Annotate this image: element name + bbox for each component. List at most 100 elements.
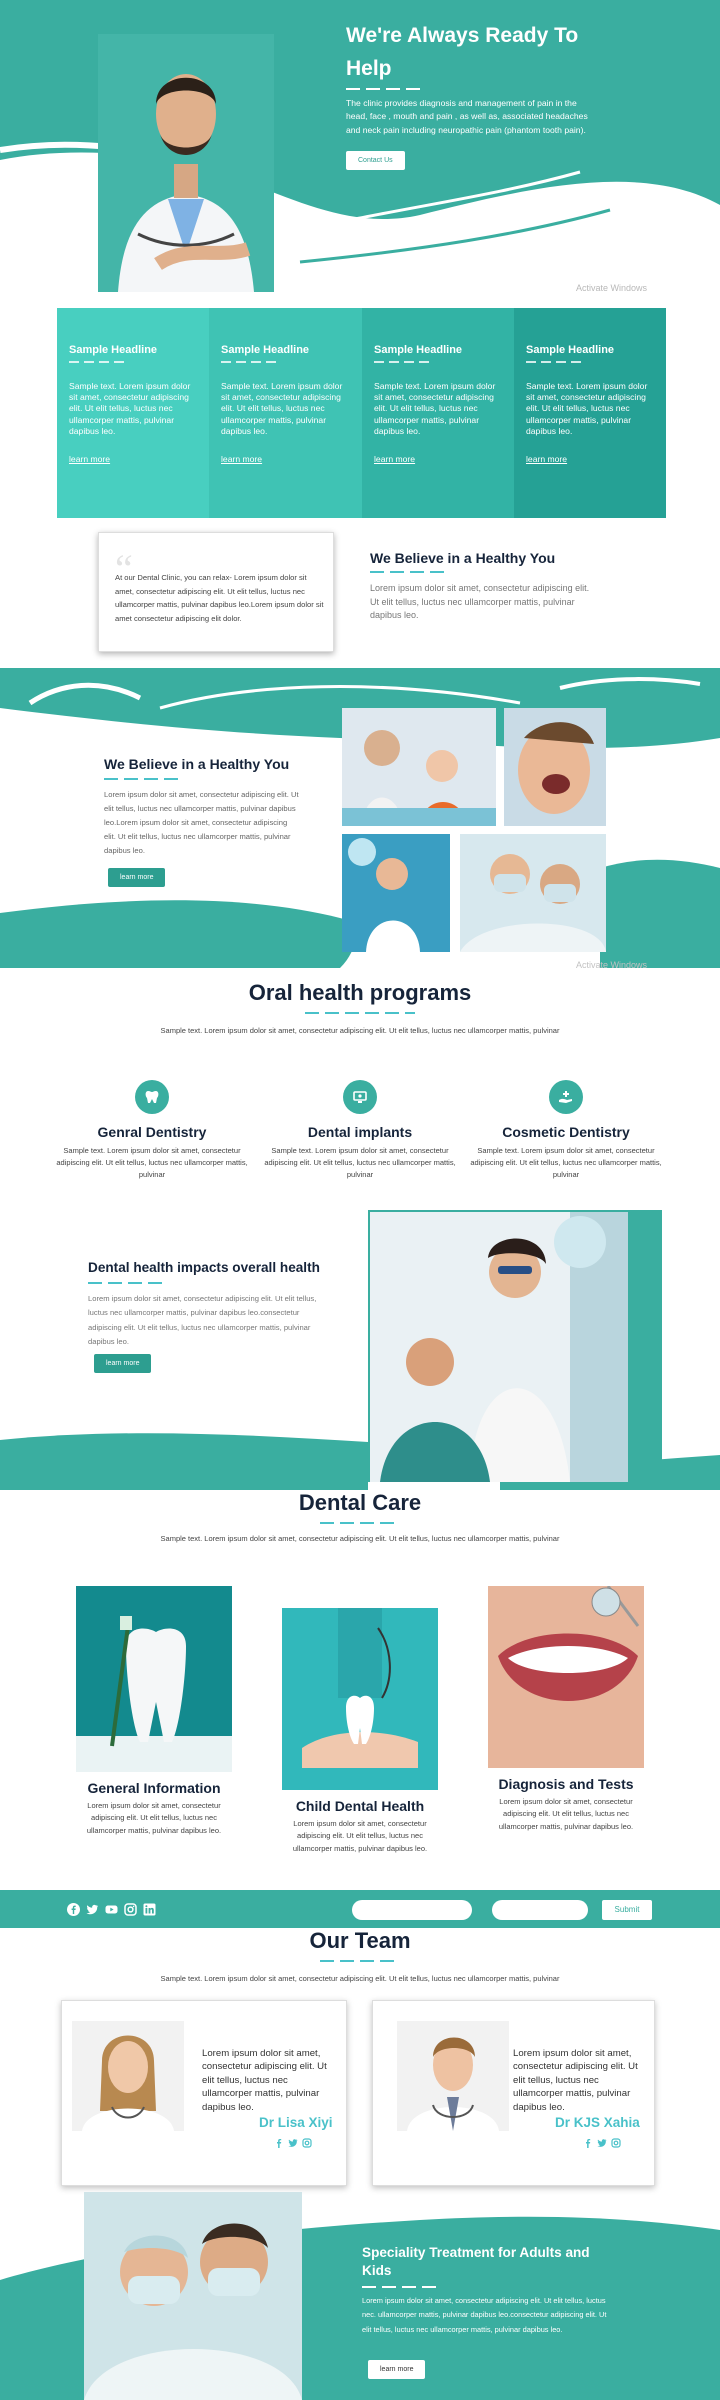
dental-care-title: Dental Care <box>298 1490 422 1515</box>
impacts-section: Dental health impacts overall health Lor… <box>0 1210 720 1490</box>
program-dental-implants: Dental implants Sample text. Lorem ipsum… <box>260 1080 460 1181</box>
care-text: Lorem ipsum dolor sit amet, consectetur … <box>292 1819 428 1853</box>
social-icons <box>66 1902 156 1916</box>
youtube-icon[interactable] <box>104 1902 118 1916</box>
instagram-icon[interactable] <box>611 2135 621 2148</box>
feature-learn-more-link[interactable]: learn more <box>221 454 262 464</box>
team-subtitle: Sample text. Lorem ipsum dolor sit amet,… <box>160 1974 560 1983</box>
tooth-brush-photo <box>76 1586 232 1772</box>
impacts-title: Dental health impacts overall health <box>88 1260 320 1275</box>
twitter-icon[interactable] <box>597 2135 607 2147</box>
believe-underline-1 <box>370 571 450 573</box>
submit-button[interactable]: Submit <box>602 1900 652 1920</box>
care-text: Lorem ipsum dolor sit amet, consectetur … <box>86 1801 222 1835</box>
instagram-icon[interactable] <box>302 2135 312 2148</box>
subscribe-bar: Submit <box>0 1890 720 1928</box>
speciality-text: Lorem ipsum dolor sit amet, consectetur … <box>362 2296 607 2334</box>
feature-text: Sample text. Lorem ipsum dolor sit amet,… <box>69 381 191 436</box>
impacts-text: Lorem ipsum dolor sit amet, consectetur … <box>88 1294 317 1347</box>
hand-plus-icon <box>549 1080 583 1114</box>
care-title: Diagnosis and Tests <box>498 1776 634 1792</box>
feature-underline <box>69 361 129 363</box>
instagram-icon[interactable] <box>123 1902 137 1916</box>
monitor-icon <box>343 1080 377 1114</box>
care-general-information: General Information Lorem ipsum dolor si… <box>76 1586 232 1837</box>
team-member-text: Lorem ipsum dolor sit amet, consectetur … <box>513 2048 638 2113</box>
feature-text: Sample text. Lorem ipsum dolor sit amet,… <box>374 381 496 436</box>
team-social-icons <box>274 2135 312 2148</box>
team-card-kjs: Lorem ipsum dolor sit amet, consectetur … <box>372 2000 655 2186</box>
dentist-light-photo <box>342 834 450 952</box>
care-diagnosis-tests: Diagnosis and Tests Lorem ipsum dolor si… <box>488 1586 644 1833</box>
smile-mirror-photo <box>488 1586 644 1768</box>
dentist-masks-photo <box>460 834 606 952</box>
program-general-dentistry: Genral Dentistry Sample text. Lorem ipsu… <box>52 1080 252 1181</box>
feature-underline <box>526 361 586 363</box>
care-child-dental-health: Child Dental Health Lorem ipsum dolor si… <box>282 1608 438 1855</box>
activate-windows-watermark: Activate Windows <box>576 283 648 293</box>
oral-programs-subtitle: Sample text. Lorem ipsum dolor sit amet,… <box>160 1026 560 1035</box>
believe-text-2: Lorem ipsum dolor sit amet, consectetur … <box>104 790 299 856</box>
team-social-icons <box>583 2135 621 2148</box>
dentist-child-photo <box>342 708 496 826</box>
team-title: Our Team <box>309 1928 411 1953</box>
impacts-learn-more-button[interactable]: learn more <box>94 1354 152 1373</box>
oral-programs-underline <box>305 1012 415 1014</box>
believe-text-1: Lorem ipsum dolor sit amet, consectetur … <box>370 583 590 620</box>
feature-learn-more-link[interactable]: learn more <box>374 454 415 464</box>
twitter-icon[interactable] <box>85 1902 99 1916</box>
hero-section: We're Always Ready To Help The clinic pr… <box>0 0 720 300</box>
feature-underline <box>374 361 434 363</box>
program-title: Dental implants <box>307 1124 413 1140</box>
feature-headline: Sample Headline <box>221 344 310 356</box>
feature-box-4: Sample Headline Sample text. Lorem ipsum… <box>514 308 666 518</box>
open-mouth-photo <box>504 708 606 826</box>
team-underline <box>320 1960 400 1962</box>
activate-windows-watermark-2: Activate Windows <box>576 960 648 970</box>
speciality-section: Speciality Treatment for Adults and Kids… <box>0 2190 720 2400</box>
speciality-learn-more-button[interactable]: learn more <box>368 2360 426 2379</box>
doctor-kjs-photo <box>397 2021 509 2131</box>
program-title: Genral Dentistry <box>97 1124 207 1140</box>
dentist-patient-photo <box>370 1212 628 1482</box>
team-card-lisa: Lorem ipsum dolor sit amet, consectetur … <box>61 2000 347 2186</box>
speciality-title: Speciality Treatment for Adults and Kids <box>362 2245 590 2279</box>
feature-text: Sample text. Lorem ipsum dolor sit amet,… <box>221 381 343 436</box>
facebook-icon[interactable] <box>66 1902 80 1916</box>
linkedin-icon[interactable] <box>142 1902 156 1916</box>
team-member-name: Dr KJS Xahia <box>555 2115 640 2130</box>
program-text: Sample text. Lorem ipsum dolor sit amet,… <box>56 1146 248 1179</box>
care-title: General Information <box>87 1780 221 1796</box>
team-member-name: Dr Lisa Xiyi <box>259 2115 333 2130</box>
team-section: Our Team Sample text. Lorem ipsum dolor … <box>0 1928 720 1983</box>
care-text: Lorem ipsum dolor sit amet, consectetur … <box>498 1797 634 1831</box>
care-title: Child Dental Health <box>295 1798 425 1814</box>
feature-learn-more-link[interactable]: learn more <box>69 454 110 464</box>
facebook-icon[interactable] <box>274 2135 284 2148</box>
email-input[interactable] <box>492 1900 588 1920</box>
oral-programs-title: Oral health programs <box>248 980 472 1005</box>
dental-care-underline <box>320 1522 400 1524</box>
name-input[interactable] <box>352 1900 472 1920</box>
team-member-text: Lorem ipsum dolor sit amet, consectetur … <box>202 2048 327 2113</box>
feature-learn-more-link[interactable]: learn more <box>526 454 567 464</box>
quote-text: At our Dental Clinic, you can relax- Lor… <box>115 573 324 623</box>
hero-title: We're Always Ready To Help <box>346 24 579 80</box>
twitter-icon[interactable] <box>288 2135 298 2147</box>
dental-care-subtitle: Sample text. Lorem ipsum dolor sit amet,… <box>160 1534 560 1543</box>
program-cosmetic-dentistry: Cosmetic Dentistry Sample text. Lorem ip… <box>466 1080 666 1181</box>
feature-headline: Sample Headline <box>374 344 463 356</box>
tooth-icon <box>135 1080 169 1114</box>
feature-underline <box>221 361 281 363</box>
program-text: Sample text. Lorem ipsum dolor sit amet,… <box>264 1146 456 1179</box>
feature-box-1: Sample Headline Sample text. Lorem ipsum… <box>57 308 209 518</box>
oral-programs-section: Oral health programs Sample text. Lorem … <box>0 980 720 1035</box>
contact-us-button[interactable]: Contact Us <box>346 151 405 170</box>
feature-box-2: Sample Headline Sample text. Lorem ipsum… <box>209 308 362 518</box>
feature-headline: Sample Headline <box>69 344 158 356</box>
facebook-icon[interactable] <box>583 2135 593 2148</box>
believe-learn-more-button[interactable]: learn more <box>108 868 166 887</box>
hero-title-underline <box>346 88 426 90</box>
hero-text: The clinic provides diagnosis and manage… <box>346 98 588 135</box>
feature-box-3: Sample Headline Sample text. Lorem ipsum… <box>362 308 514 518</box>
